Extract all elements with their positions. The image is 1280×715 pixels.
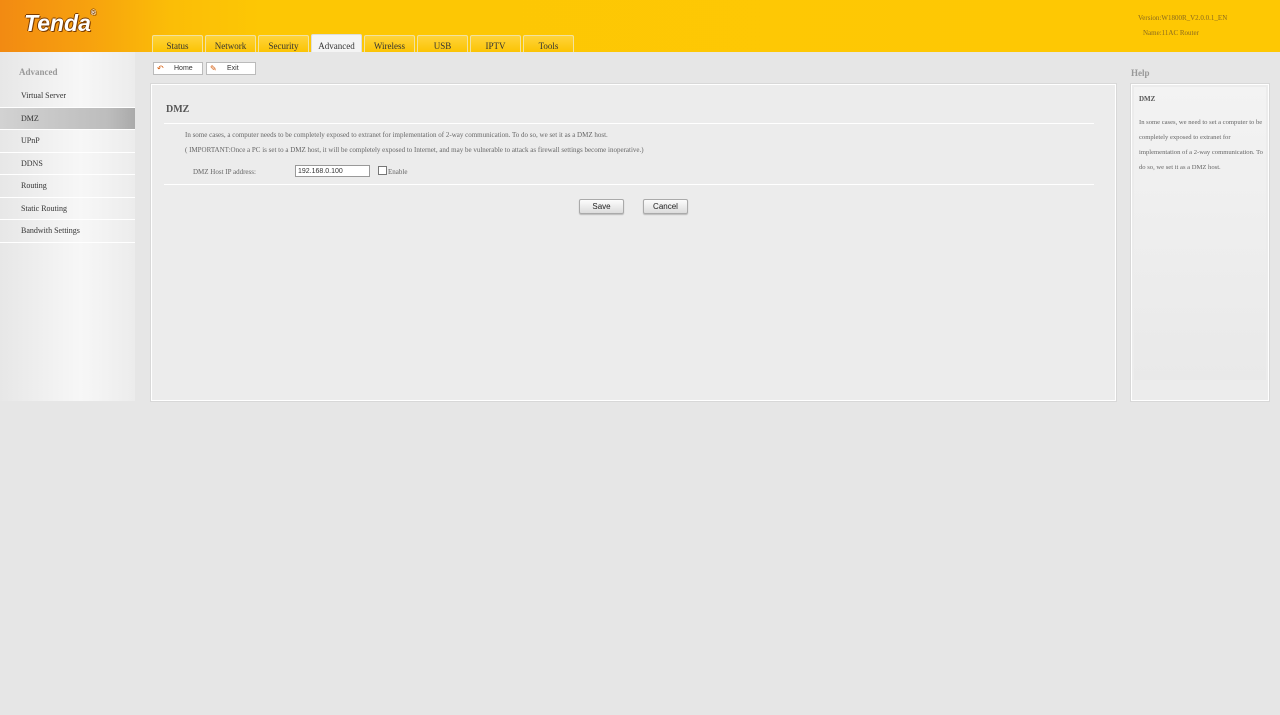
sidebar-title: Advanced [19, 67, 58, 77]
logo-text: Tenda [24, 10, 91, 36]
dmz-panel: DMZ In some cases, a computer needs to b… [150, 83, 1117, 402]
version-text: Version:W1800R_V2.0.0.1_EN [1138, 14, 1228, 22]
tab-wireless[interactable]: Wireless [364, 35, 415, 52]
save-button[interactable]: Save [579, 199, 624, 214]
help-panel: DMZ In some cases, we need to set a comp… [1130, 83, 1270, 402]
sidebar-item-static-routing[interactable]: Static Routing [0, 198, 135, 220]
help-content: DMZ In some cases, we need to set a comp… [1134, 87, 1266, 380]
tab-usb[interactable]: USB [417, 35, 468, 52]
main-nav-tabs: Status Network Security Advanced Wireles… [152, 34, 576, 52]
sidebar-item-dmz[interactable]: DMZ [0, 107, 135, 130]
header-bar: Tenda® Status Network Security Advanced … [0, 0, 1280, 52]
tab-security[interactable]: Security [258, 35, 309, 52]
tab-iptv[interactable]: IPTV [470, 35, 521, 52]
page-title: DMZ [166, 104, 190, 115]
home-icon: ↶ [157, 64, 164, 73]
home-button-label: Home [174, 65, 193, 72]
sidebar-item-ddns[interactable]: DDNS [0, 153, 135, 175]
tab-network[interactable]: Network [205, 35, 256, 52]
dmz-important-note: ( IMPORTANT:Once a PC is set to a DMZ ho… [185, 146, 644, 154]
tab-advanced[interactable]: Advanced [311, 34, 362, 52]
exit-icon: ✎ [210, 64, 217, 73]
dmz-host-ip-label: DMZ Host IP address: [193, 168, 256, 176]
sidebar: Advanced Virtual Server DMZ UPnP DDNS Ro… [0, 52, 135, 401]
sidebar-menu: Virtual Server DMZ UPnP DDNS Routing Sta… [0, 85, 135, 243]
enable-checkbox-label: Enable [388, 168, 408, 176]
sidebar-item-virtual-server[interactable]: Virtual Server [0, 85, 135, 108]
exit-button-label: Exit [227, 65, 239, 72]
tab-status[interactable]: Status [152, 35, 203, 52]
sidebar-item-upnp[interactable]: UPnP [0, 130, 135, 153]
router-name-text: Name:11AC Router [1143, 29, 1199, 37]
divider-bottom [164, 184, 1094, 185]
help-title: Help [1131, 68, 1150, 78]
enable-checkbox[interactable] [378, 166, 387, 175]
help-text: In some cases, we need to set a computer… [1139, 119, 1263, 171]
tab-tools[interactable]: Tools [523, 35, 574, 52]
version-info: Version:W1800R_V2.0.0.1_EN Name:11AC Rou… [1138, 11, 1227, 41]
dmz-host-ip-input[interactable] [295, 165, 370, 177]
sidebar-item-bandwith-settings[interactable]: Bandwith Settings [0, 220, 135, 243]
tenda-logo: Tenda® [24, 10, 96, 37]
divider-top [164, 123, 1094, 124]
sidebar-item-routing[interactable]: Routing [0, 175, 135, 198]
registered-mark: ® [90, 10, 97, 17]
cancel-button[interactable]: Cancel [643, 199, 688, 214]
exit-button[interactable]: ✎ Exit [206, 62, 256, 75]
home-button[interactable]: ↶ Home [153, 62, 203, 75]
dmz-description: In some cases, a computer needs to be co… [185, 131, 608, 139]
help-heading: DMZ [1139, 95, 1156, 103]
